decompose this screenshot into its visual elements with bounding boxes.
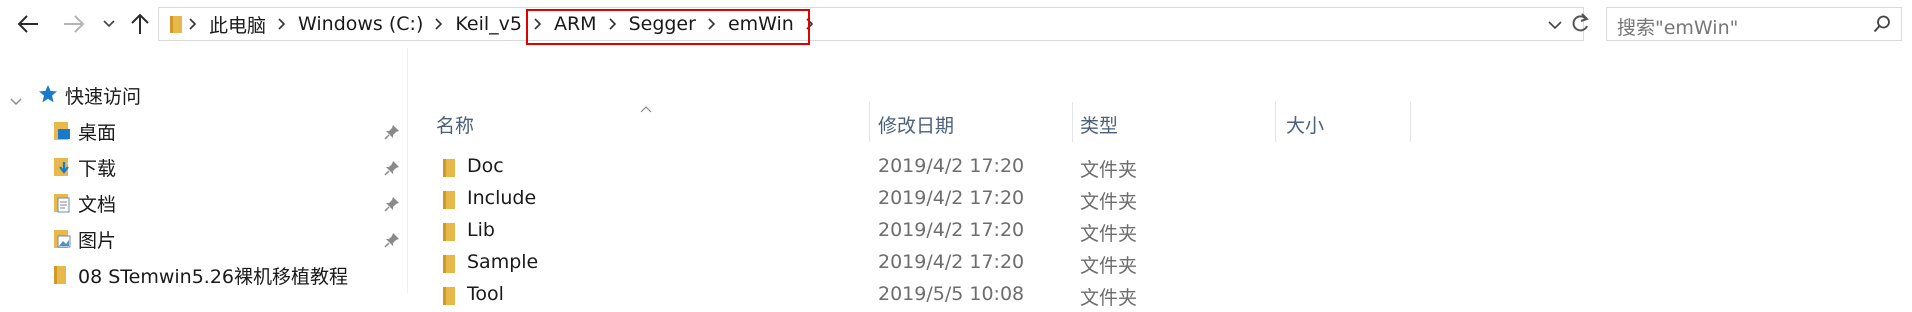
forward-arrow-icon bbox=[64, 15, 85, 33]
back-arrow-icon bbox=[17, 15, 38, 33]
breadcrumb-separator-icon[interactable] bbox=[534, 18, 542, 30]
breadcrumb-item-segger[interactable]: Segger bbox=[629, 13, 696, 35]
search-icon[interactable] bbox=[1873, 15, 1891, 37]
back-button[interactable] bbox=[14, 12, 42, 36]
file-name: Include bbox=[467, 187, 537, 209]
column-divider[interactable] bbox=[1072, 102, 1073, 142]
breadcrumb-separator-icon[interactable] bbox=[806, 18, 814, 30]
sort-ascending-icon bbox=[640, 98, 652, 117]
breadcrumb-separator-icon[interactable] bbox=[278, 18, 286, 30]
address-bar[interactable]: 此电脑 Windows (C:) Keil_v5 ARM Segger emWi… bbox=[158, 7, 1584, 41]
file-type: 文件夹 bbox=[1080, 191, 1138, 213]
column-header-date[interactable]: 修改日期 bbox=[878, 104, 954, 144]
breadcrumb-separator-icon[interactable] bbox=[608, 18, 617, 30]
file-name: Lib bbox=[467, 219, 495, 241]
breadcrumb-separator-icon[interactable] bbox=[708, 18, 716, 30]
table-row[interactable]: Tool 2019/5/5 10:08 文件夹 bbox=[435, 280, 1155, 312]
chevron-down-icon bbox=[103, 20, 115, 28]
file-date: 2019/5/5 10:08 bbox=[878, 283, 1025, 305]
column-divider[interactable] bbox=[1410, 102, 1411, 142]
breadcrumb-separator-icon[interactable] bbox=[189, 18, 197, 30]
breadcrumb-separator-icon[interactable] bbox=[435, 18, 443, 30]
folder-icon bbox=[441, 286, 457, 310]
table-row[interactable]: Include 2019/4/2 17:20 文件夹 bbox=[435, 184, 1155, 216]
file-date: 2019/4/2 17:20 bbox=[878, 187, 1025, 209]
refresh-icon bbox=[1572, 13, 1589, 32]
file-date: 2019/4/2 17:20 bbox=[878, 155, 1025, 177]
file-date: 2019/4/2 17:20 bbox=[878, 251, 1025, 273]
breadcrumb-item-emwin[interactable]: emWin bbox=[728, 13, 794, 35]
recent-locations-button[interactable] bbox=[100, 12, 118, 36]
address-history-button[interactable] bbox=[1548, 15, 1562, 34]
chevron-down-icon bbox=[1548, 21, 1562, 30]
breadcrumb-item-arm[interactable]: ARM bbox=[554, 13, 597, 35]
column-divider[interactable] bbox=[1275, 102, 1276, 142]
breadcrumb-item-keil[interactable]: Keil_v5 bbox=[455, 13, 522, 35]
file-list: 名称 修改日期 类型 大小 Doc 2019/4/2 17:20 文件夹 Inc… bbox=[0, 48, 1912, 309]
refresh-button[interactable] bbox=[1570, 12, 1590, 38]
file-name: Doc bbox=[467, 155, 504, 177]
table-row[interactable]: Doc 2019/4/2 17:20 文件夹 bbox=[435, 152, 1155, 184]
forward-button[interactable] bbox=[60, 12, 88, 36]
up-button[interactable] bbox=[128, 12, 152, 36]
file-type: 文件夹 bbox=[1080, 159, 1138, 181]
folder-icon bbox=[441, 254, 457, 278]
breadcrumb: 此电脑 Windows (C:) Keil_v5 ARM Segger emWi… bbox=[159, 8, 826, 40]
file-date: 2019/4/2 17:20 bbox=[878, 219, 1025, 241]
file-type: 文件夹 bbox=[1080, 287, 1138, 309]
search-box[interactable]: 搜索"emWin" bbox=[1606, 7, 1902, 41]
folder-icon bbox=[441, 158, 457, 182]
address-toolbar: 此电脑 Windows (C:) Keil_v5 ARM Segger emWi… bbox=[0, 0, 1912, 48]
folder-icon bbox=[441, 190, 457, 214]
column-header-type[interactable]: 类型 bbox=[1080, 104, 1118, 144]
table-row[interactable]: Lib 2019/4/2 17:20 文件夹 bbox=[435, 216, 1155, 248]
breadcrumb-item-windows-c[interactable]: Windows (C:) bbox=[298, 13, 423, 35]
file-name: Sample bbox=[467, 251, 539, 273]
table-row[interactable]: Sample 2019/4/2 17:20 文件夹 bbox=[435, 248, 1155, 280]
column-header-name[interactable]: 名称 bbox=[436, 104, 474, 144]
column-header-size[interactable]: 大小 bbox=[1286, 104, 1324, 144]
file-name: Tool bbox=[467, 283, 504, 305]
column-divider[interactable] bbox=[869, 102, 870, 142]
folder-icon bbox=[441, 222, 457, 246]
up-arrow-icon bbox=[131, 13, 149, 34]
file-type: 文件夹 bbox=[1080, 255, 1138, 277]
folder-icon bbox=[169, 14, 183, 34]
search-placeholder: 搜索"emWin" bbox=[1617, 17, 1739, 39]
file-type: 文件夹 bbox=[1080, 223, 1138, 245]
breadcrumb-item-this-pc[interactable]: 此电脑 bbox=[209, 11, 266, 38]
